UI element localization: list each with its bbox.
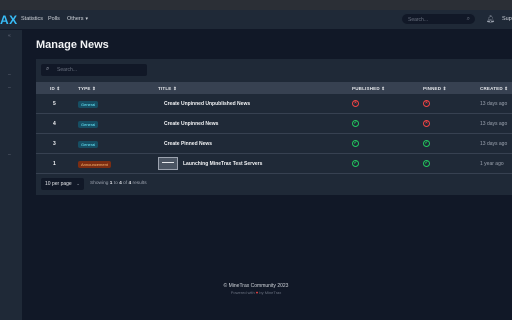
page-title: Manage News bbox=[36, 39, 109, 51]
type-badge: General bbox=[78, 101, 99, 108]
table-row[interactable]: 4 General Create Unpinned News ✓ × 13 da… bbox=[36, 114, 512, 134]
table-header: ID ⇕ TYPE ⇕ TITLE ⇕ PUBLISHED ⇕ PINNED ⇕… bbox=[36, 82, 512, 94]
app-logo[interactable]: AX bbox=[0, 13, 18, 27]
table-search-placeholder: Search... bbox=[57, 67, 78, 73]
check-circle-icon[interactable]: ✓ bbox=[352, 120, 359, 127]
row-id: 1 bbox=[53, 161, 56, 167]
type-badge: General bbox=[78, 141, 99, 148]
row-created: 13 days ago bbox=[480, 141, 508, 147]
chevron-down-icon: ▾ bbox=[85, 16, 89, 22]
check-circle-icon[interactable]: ✓ bbox=[423, 140, 430, 147]
x-circle-icon[interactable]: × bbox=[352, 100, 359, 107]
table-search-input[interactable]: ⌕ Search... bbox=[41, 64, 147, 76]
nav-others-label: Others bbox=[67, 16, 84, 22]
row-title[interactable]: Create Unpinned News bbox=[164, 121, 218, 127]
table-row[interactable]: 1 Announcement Launching MineTrax Test S… bbox=[36, 154, 512, 174]
footer-copyright: © MineTrax Community 2023 bbox=[223, 283, 289, 289]
global-search-placeholder: Search... bbox=[408, 17, 429, 23]
col-pinned[interactable]: PINNED ⇕ bbox=[423, 86, 447, 92]
global-search-input[interactable]: Search... ⌕ bbox=[401, 13, 476, 25]
row-created: 13 days ago bbox=[480, 121, 508, 127]
nav-statistics[interactable]: Statistics bbox=[21, 16, 43, 22]
footer-powered: Powered with ♥ by MineTrax bbox=[230, 290, 282, 295]
x-circle-icon[interactable]: × bbox=[423, 120, 430, 127]
row-title[interactable]: Create Unpinned Unpublished News bbox=[164, 101, 250, 107]
sidebar-dash-icon[interactable]: – bbox=[8, 152, 11, 158]
nav-polls[interactable]: Polls bbox=[48, 16, 60, 22]
sidebar-dash-icon[interactable]: – bbox=[8, 72, 11, 78]
search-icon: ⌕ bbox=[466, 16, 470, 22]
row-created: 13 days ago bbox=[480, 101, 508, 107]
pagination-summary: Showing 1 to 4 of 4 results bbox=[90, 181, 147, 186]
browser-top-strip bbox=[0, 0, 512, 10]
user-menu[interactable]: Sup bbox=[502, 16, 512, 22]
row-id: 5 bbox=[53, 101, 56, 107]
sidebar: « – – – bbox=[0, 30, 22, 320]
per-page-select[interactable]: 10 per page ⌄ bbox=[41, 178, 84, 190]
bell-icon[interactable]: 🔔︎ bbox=[486, 15, 495, 23]
row-created: 1 year ago bbox=[480, 161, 504, 167]
check-circle-icon[interactable]: ✓ bbox=[352, 160, 359, 167]
row-id: 3 bbox=[53, 141, 56, 147]
col-created[interactable]: CREATED ⇕ bbox=[480, 86, 508, 92]
type-badge: General bbox=[78, 121, 99, 128]
chevrons-left-icon[interactable]: « bbox=[8, 33, 11, 39]
chevron-down-icon: ⌄ bbox=[76, 181, 80, 186]
table-row[interactable]: 3 General Create Pinned News ✓ ✓ 13 days… bbox=[36, 134, 512, 154]
col-id[interactable]: ID ⇕ bbox=[50, 86, 60, 92]
check-circle-icon[interactable]: ✓ bbox=[423, 160, 430, 167]
news-table-card: ⌕ Search... ID ⇕ TYPE ⇕ TITLE ⇕ PUBLISHE… bbox=[36, 59, 512, 195]
row-id: 4 bbox=[53, 121, 56, 127]
col-published[interactable]: PUBLISHED ⇕ bbox=[352, 86, 385, 92]
check-circle-icon[interactable]: ✓ bbox=[352, 140, 359, 147]
heart-icon: ♥ bbox=[255, 290, 259, 295]
table-row[interactable]: 5 General Create Unpinned Unpublished Ne… bbox=[36, 94, 512, 114]
col-title[interactable]: TITLE ⇕ bbox=[158, 86, 177, 92]
col-type[interactable]: TYPE ⇕ bbox=[78, 86, 96, 92]
nav-others[interactable]: Others ▾ bbox=[67, 16, 88, 22]
row-title[interactable]: Launching MineTrax Test Servers bbox=[183, 161, 262, 167]
sidebar-dash-icon[interactable]: – bbox=[8, 85, 11, 91]
news-thumbnail bbox=[158, 157, 178, 170]
per-page-value: 10 per page bbox=[45, 181, 72, 187]
x-circle-icon[interactable]: × bbox=[423, 100, 430, 107]
type-badge: Announcement bbox=[78, 161, 111, 168]
row-title[interactable]: Create Pinned News bbox=[164, 141, 212, 147]
search-icon: ⌕ bbox=[46, 66, 50, 72]
